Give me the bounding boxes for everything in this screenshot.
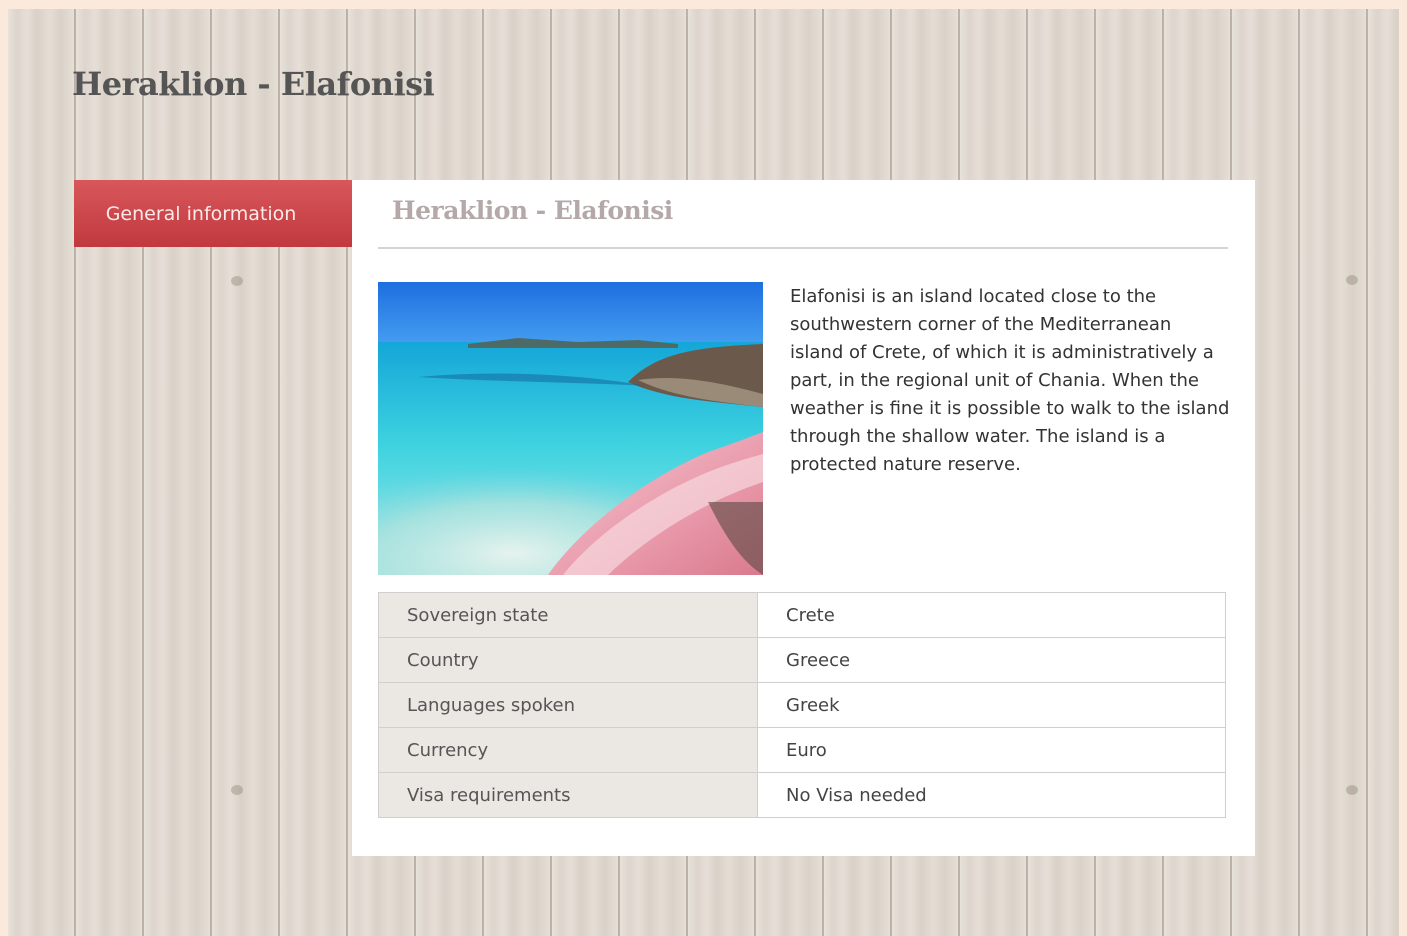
row-value: Greek <box>757 682 1226 728</box>
beach-photo <box>378 282 763 575</box>
table-row: Sovereign state Crete <box>378 592 1226 638</box>
content-panel: Heraklion - Elafonisi Elafonisi is an is… <box>352 180 1255 856</box>
page-background: Heraklion - Elafonisi General informatio… <box>8 9 1399 936</box>
row-label: Currency <box>378 727 758 773</box>
wood-knot <box>1346 275 1358 285</box>
description-text: Elafonisi is an island located close to … <box>790 286 1230 475</box>
row-label: Sovereign state <box>378 592 758 638</box>
row-label: Visa requirements <box>378 772 758 818</box>
tab-label: General information <box>105 202 297 225</box>
row-value: No Visa needed <box>757 772 1226 818</box>
table-row: Languages spoken Greek <box>378 682 1226 728</box>
table-row: Country Greece <box>378 637 1226 683</box>
info-table: Sovereign state Crete Country Greece Lan… <box>378 592 1226 818</box>
table-row: Visa requirements No Visa needed <box>378 772 1226 818</box>
tab-general-information[interactable]: General information <box>74 180 382 247</box>
panel-title: Heraklion - Elafonisi <box>392 196 673 225</box>
row-value: Greece <box>757 637 1226 683</box>
row-label: Country <box>378 637 758 683</box>
row-label: Languages spoken <box>378 682 758 728</box>
row-value: Crete <box>757 592 1226 638</box>
page-title: Heraklion - Elafonisi <box>72 65 435 103</box>
divider <box>378 247 1228 249</box>
wood-knot <box>231 276 243 286</box>
row-value: Euro <box>757 727 1226 773</box>
table-row: Currency Euro <box>378 727 1226 773</box>
wood-knot <box>1346 785 1358 795</box>
wood-knot <box>231 785 243 795</box>
